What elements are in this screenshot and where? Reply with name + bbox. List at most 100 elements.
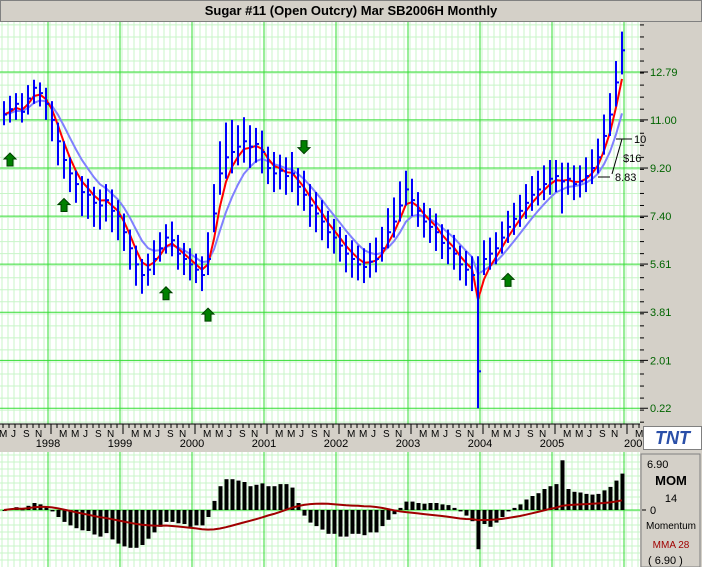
momentum-bar xyxy=(344,510,349,537)
momentum-bar xyxy=(194,510,199,526)
momentum-bar xyxy=(302,510,307,516)
month-label: M xyxy=(563,429,571,440)
momentum-bar xyxy=(428,503,433,510)
momentum-bar xyxy=(200,510,205,526)
momentum-bar xyxy=(212,500,217,510)
momentum-bar xyxy=(464,510,469,516)
y-tick-label: 12.79 xyxy=(650,67,678,79)
momentum-zero-label: 0 xyxy=(650,505,656,517)
momentum-bar xyxy=(362,510,367,536)
momentum-bar xyxy=(578,492,583,510)
month-label: S xyxy=(239,429,246,440)
momentum-bar xyxy=(452,507,457,510)
month-label: S xyxy=(599,429,606,440)
chart-window: Sugar #11 (Open Outcry) Mar SB2006H Mont… xyxy=(0,0,702,567)
month-label: S xyxy=(167,429,174,440)
momentum-bar xyxy=(92,510,97,535)
momentum-bar xyxy=(242,482,247,510)
month-label: M xyxy=(143,429,151,440)
month-label: J xyxy=(515,429,520,440)
month-label: M xyxy=(287,429,295,440)
annotation-range: $16 xyxy=(623,153,641,165)
momentum-bar xyxy=(320,510,325,530)
momentum-bar xyxy=(548,486,553,510)
momentum-bar xyxy=(482,510,487,524)
annotation-lower: 8.83 xyxy=(615,172,636,184)
momentum-bar xyxy=(338,510,343,537)
month-label: J xyxy=(155,429,160,440)
momentum-bar xyxy=(116,510,121,544)
momentum-bar xyxy=(602,490,607,510)
momentum-bar xyxy=(500,510,505,517)
y-tick-label: 5.61 xyxy=(650,259,671,271)
momentum-bar xyxy=(182,510,187,524)
momentum-bar xyxy=(398,507,403,510)
momentum-bar xyxy=(584,493,589,510)
momentum-bar xyxy=(572,491,577,510)
y-tick-label: 7.40 xyxy=(650,211,671,223)
momentum-bar xyxy=(158,510,163,527)
momentum-bar xyxy=(416,503,421,510)
month-label: J xyxy=(587,429,592,440)
momentum-bar xyxy=(266,486,271,510)
momentum-bar xyxy=(122,510,127,547)
month-label: M xyxy=(59,429,67,440)
momentum-bar xyxy=(614,480,619,510)
momentum-bar xyxy=(422,503,427,510)
momentum-bar xyxy=(230,479,235,510)
momentum-bar xyxy=(542,489,547,510)
momentum-bar xyxy=(374,510,379,533)
month-label: S xyxy=(383,429,390,440)
chart-canvas[interactable]: 12.79 11.00 9.20 7.40 5.61 3.81 2.01 0.22 10 $16 8… xyxy=(0,0,702,567)
indicator-name: MOM xyxy=(655,473,687,488)
y-tick-label: 11.00 xyxy=(650,115,677,127)
momentum-bar xyxy=(458,510,463,512)
momentum-bar xyxy=(476,510,481,550)
month-label: J xyxy=(227,429,232,440)
month-label: S xyxy=(455,429,462,440)
momentum-bar xyxy=(62,510,67,522)
momentum-bar xyxy=(86,510,91,531)
momentum-bar xyxy=(512,507,517,510)
momentum-current-value: ( 6.90 ) xyxy=(648,555,683,567)
momentum-bar xyxy=(536,493,541,510)
month-label: J xyxy=(371,429,376,440)
month-label: M xyxy=(431,429,439,440)
momentum-bar xyxy=(350,510,355,534)
y-tick-label: 3.81 xyxy=(650,307,671,319)
momentum-bar xyxy=(50,510,55,512)
momentum-bar xyxy=(176,510,181,524)
month-label: M xyxy=(347,429,355,440)
month-label: S xyxy=(311,429,318,440)
momentum-bar xyxy=(530,496,535,510)
month-label: M xyxy=(275,429,283,440)
indicator-full-name: Momentum xyxy=(646,521,696,532)
momentum-bar xyxy=(248,486,253,510)
momentum-bar xyxy=(206,510,211,517)
month-label: M xyxy=(503,429,511,440)
momentum-bar xyxy=(218,486,223,510)
month-label: M xyxy=(131,429,139,440)
momentum-top-label: 6.90 xyxy=(647,459,668,471)
momentum-bar xyxy=(368,510,373,533)
momentum-bar xyxy=(494,510,499,523)
momentum-bar xyxy=(314,510,319,527)
month-label: J xyxy=(83,429,88,440)
y-tick-label: 0.22 xyxy=(650,403,671,415)
y-tick-label: 9.20 xyxy=(650,163,671,175)
momentum-bar xyxy=(620,473,625,510)
momentum-bar xyxy=(98,510,103,537)
momentum-bar xyxy=(596,493,601,510)
momentum-bar xyxy=(356,510,361,534)
month-label: M xyxy=(215,429,223,440)
momentum-bar xyxy=(446,505,451,510)
ma-label: MMA 28 xyxy=(653,540,690,551)
momentum-bar xyxy=(518,504,523,510)
momentum-bar xyxy=(326,510,331,534)
month-label: J xyxy=(299,429,304,440)
tnt-logo: TNT xyxy=(643,426,702,450)
month-label: S xyxy=(527,429,534,440)
momentum-bar xyxy=(284,484,289,510)
momentum-bar xyxy=(188,510,193,527)
momentum-bar xyxy=(236,480,241,510)
